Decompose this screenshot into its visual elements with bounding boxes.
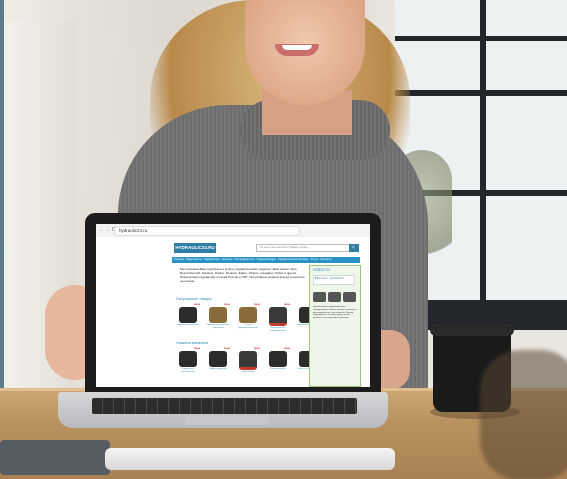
product-caption[interactable]: Гидроаккумулятор [209,368,227,371]
product-caption[interactable]: Клапан предохранительный [236,324,260,329]
product-price: Цена [283,347,290,350]
browser-nav-buttons[interactable]: ← → C [99,227,115,233]
product-image[interactable] [209,351,227,367]
site-menu: Главная Гидронасосы Гидромоторы Клапаны … [172,257,360,263]
product-price: Цена [223,347,230,350]
product-image[interactable] [239,307,257,323]
phone [0,440,110,475]
sidebar-image[interactable] [343,292,356,302]
section-title-new[interactable]: Новинки магазина [176,341,208,345]
window-frame-vertical [480,0,486,330]
product-image[interactable] [179,351,197,367]
product-card[interactable]: Цена Гидронасос шестеренный [176,347,200,374]
website: HYDRAULIC24.RU Что ищете на этом сайте? … [96,237,370,387]
sidebar: НОВОСТИ ВКонтакте · Hydraulic24 Новый ка… [309,265,361,387]
section-title-popular[interactable]: Популярные товары [176,297,212,301]
product-caption[interactable]: Распределитель гидравлический [266,327,290,332]
external-keyboard [105,448,395,470]
menu-item[interactable]: Услуги [310,257,318,263]
product-price: Цена [193,303,200,306]
menu-item[interactable]: Гидроцилиндры [257,257,276,263]
menu-item[interactable]: Гидронасосы [186,257,202,263]
address-bar[interactable]: hydraulic24.ru [114,226,300,236]
product-caption[interactable]: Гидромотор аксиально-поршневой [206,324,230,329]
product-price: Цена [253,347,260,350]
product-row-new: Цена Гидронасос шестеренный Цена Гидроакку… [176,347,320,374]
vk-widget[interactable]: ВКонтакте · Hydraulic24 [313,275,355,285]
product-caption[interactable]: Гидронасос шестеренный [176,368,200,373]
product-card[interactable]: Цена Клапан предохранительный [236,303,260,332]
product-card[interactable]: Цена Гидравлический насос [176,303,200,332]
product-caption[interactable]: Гидравлический насос [177,324,199,327]
product-card[interactable]: Цена Распределитель [266,347,290,374]
product-card[interactable]: Цена Распределитель гидравлический [266,303,290,332]
menu-item[interactable]: Главная [174,257,184,263]
product-price: Цена [193,347,200,350]
sidebar-title: НОВОСТИ [313,268,330,272]
site-logo[interactable]: HYDRAULIC24.RU [174,243,216,253]
woman-smile [282,45,312,50]
product-card[interactable]: Цена Гидромотор аксиально-поршневой [206,303,230,332]
product-caption[interactable]: Гидромотор [242,371,253,374]
window-frame-horizontal-mid [395,90,567,96]
product-price: Цена [253,303,260,306]
product-row-popular: Цена Гидравлический насос Цена Гидромотор … [176,303,320,332]
menu-item[interactable]: Гидромоторы [204,257,220,263]
product-card[interactable]: Цена Гидромотор [236,347,260,374]
menu-item[interactable]: Клапаны [222,257,233,263]
coffee-cup-rim [430,324,514,336]
product-price: Цена [283,303,290,306]
menu-item[interactable]: Контакты [320,257,331,263]
sidebar-image[interactable] [328,292,341,302]
laptop-screen: ← → C hydraulic24.ru HYDRAULIC24.RU Что … [96,224,370,387]
menu-item[interactable]: Гидравлические системы [278,257,309,263]
intro-text: Мы поможем Вам подобрать и купить гидрав… [180,267,305,283]
laptop-keyboard [92,398,357,414]
product-price: Цена [223,303,230,306]
product-image[interactable] [179,307,197,323]
product-card[interactable]: Цена Гидроаккумулятор [206,347,230,374]
foreground-blur [480,350,567,479]
sidebar-text: Новый каталог гидравлического оборудован… [313,306,357,320]
menu-item[interactable]: Распределители [235,257,255,263]
product-image[interactable] [269,351,287,367]
window-frame-horizontal-top [395,36,567,41]
product-caption[interactable]: Распределитель [270,368,286,371]
browser-toolbar: ← → C hydraulic24.ru [96,224,370,238]
sidebar-image[interactable] [313,292,326,302]
laptop-trackpad [185,416,269,425]
product-image[interactable] [209,307,227,323]
search-icon[interactable]: 🔍 [349,244,359,252]
product-image[interactable] [239,351,257,370]
sidebar-images [313,292,356,302]
product-image[interactable] [269,307,287,326]
photo-scene: ← → C hydraulic24.ru HYDRAULIC24.RU Что … [0,0,567,479]
site-search-input[interactable]: Что ищете на этом сайте? Введите фразу..… [256,244,352,252]
